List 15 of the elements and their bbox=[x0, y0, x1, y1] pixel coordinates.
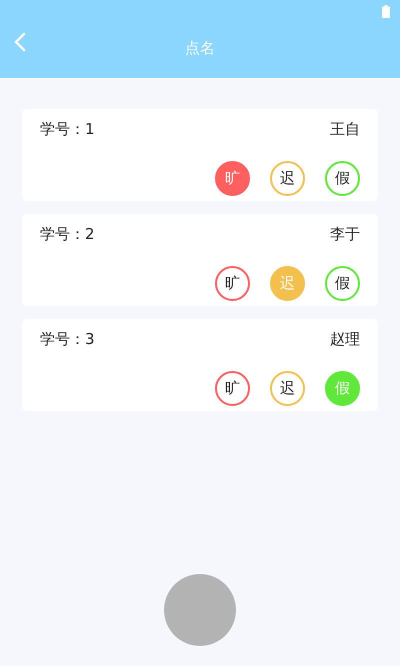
student-number: 学号：3 bbox=[40, 330, 95, 348]
attendance-button[interactable]: 假 bbox=[325, 161, 360, 196]
battery-icon bbox=[382, 4, 390, 18]
attendance-button[interactable]: 旷 bbox=[215, 371, 250, 406]
student-name: 李于 bbox=[330, 224, 360, 244]
attendance-button[interactable]: 假 bbox=[325, 266, 360, 301]
attendance-button[interactable]: 迟 bbox=[270, 371, 305, 406]
student-number: 学号：2 bbox=[40, 224, 95, 244]
page-title: 点名 bbox=[185, 38, 215, 58]
student-name: 赵理 bbox=[330, 330, 360, 348]
attendance-button[interactable]: 迟 bbox=[270, 161, 305, 196]
student-number: 学号：1 bbox=[40, 120, 95, 138]
back-button[interactable] bbox=[12, 30, 28, 54]
student-name: 王自 bbox=[330, 120, 360, 138]
attendance-button[interactable]: 旷 bbox=[215, 266, 250, 301]
